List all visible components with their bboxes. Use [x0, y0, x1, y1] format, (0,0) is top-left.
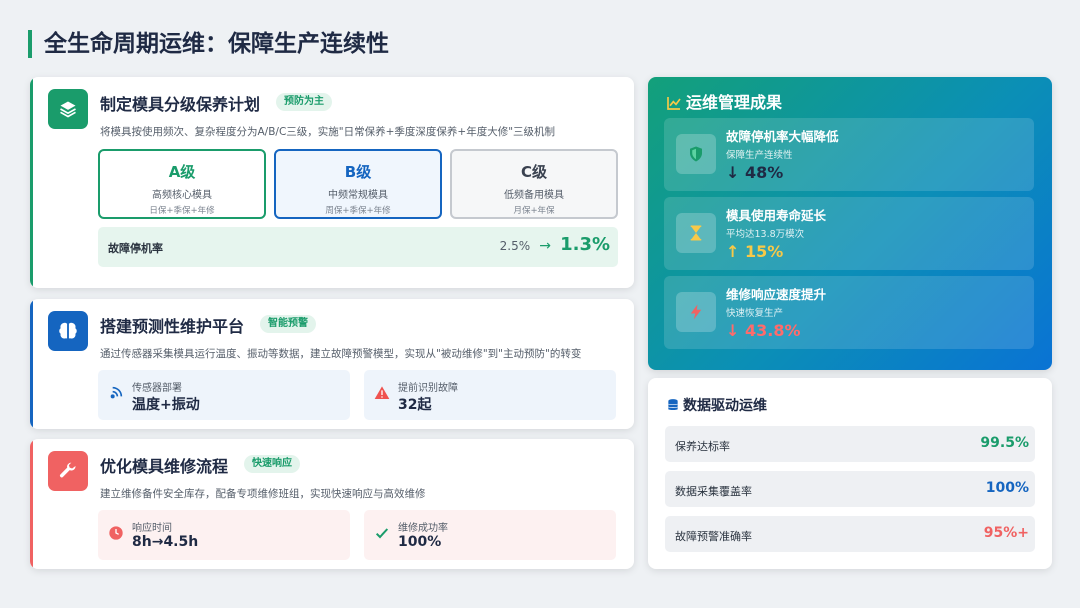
card-title: 优化模具维修流程	[100, 457, 229, 476]
tag-badge: 快速响应	[244, 455, 300, 473]
result-value: ↓ 43.8%	[726, 321, 801, 340]
card-accent	[30, 299, 33, 429]
card-description: 通过传感器采集模具运行温度、振动等数据，建立故障预警模型，实现从"被动维修"到"…	[100, 348, 582, 360]
data-row-maintenance: 保养达标率 99.5%	[665, 426, 1035, 462]
result-subtitle: 保障生产连续性	[726, 150, 793, 161]
warning-icon	[374, 386, 390, 399]
stat-label: 响应时间	[132, 523, 172, 534]
result-subtitle: 平均达13.8万模次	[726, 229, 805, 240]
result-item-response: 维修响应速度提升 快速恢复生产 ↓ 43.8%	[664, 276, 1034, 349]
result-item-downtime: 故障停机率大幅降低 保障生产连续性 ↓ 48%	[664, 118, 1034, 191]
data-label: 保养达标率	[675, 440, 730, 453]
stat-faults: 提前识别故障 32起	[364, 370, 616, 420]
result-title: 模具使用寿命延长	[726, 208, 827, 223]
results-card: 运维管理成果 故障停机率大幅降低 保障生产连续性 ↓ 48% 模具使用寿命延长 …	[648, 77, 1052, 370]
level-cycle: 周保+季保+年修	[325, 206, 391, 216]
data-row-accuracy: 故障预警准确率 95%+	[665, 516, 1035, 552]
level-subtitle: 高频核心模具	[152, 190, 212, 201]
check-icon	[375, 528, 389, 539]
result-title: 故障停机率大幅降低	[726, 129, 839, 144]
card-description: 建立维修备件安全库存，配备专项维修班组，实现快速响应与高效维修	[100, 488, 426, 500]
page-title: 全生命周期运维：保障生产连续性	[28, 30, 389, 58]
card-accent	[30, 439, 33, 569]
stat-label: 维修成功率	[398, 523, 448, 534]
arrow-right-icon: →	[539, 238, 551, 254]
card-description: 将模具按使用频次、复杂程度分为A/B/C三级，实施"日常保养+季度深度保养+年度…	[100, 126, 556, 138]
level-cycle: 日保+季保+年修	[149, 206, 215, 216]
level-name: A级	[168, 163, 196, 181]
stat-value: 100%	[398, 534, 442, 550]
shield-icon	[676, 134, 716, 174]
result-title: 维修响应速度提升	[726, 287, 827, 302]
result-item-lifespan: 模具使用寿命延长 平均达13.8万模次 ↑ 15%	[664, 197, 1034, 270]
card-title: 搭建预测性维护平台	[100, 317, 245, 336]
stat-response-time: 响应时间 8h→4.5h	[98, 510, 350, 560]
result-subtitle: 快速恢复生产	[726, 308, 784, 319]
rate-values: 2.5% → 1.3%	[500, 234, 610, 255]
level-card-b: B级 中频常规模具 周保+季保+年修	[274, 149, 442, 219]
chart-line-icon	[667, 97, 681, 110]
brain-icon	[48, 311, 88, 351]
stat-success-rate: 维修成功率 100%	[364, 510, 616, 560]
tag-badge: 预防为主	[276, 93, 332, 111]
level-subtitle: 中频常规模具	[328, 190, 388, 201]
stat-value: 温度+振动	[132, 397, 200, 413]
rate-old: 2.5%	[499, 239, 531, 253]
data-label: 数据采集覆盖率	[675, 485, 752, 498]
result-value: ↑ 15%	[726, 242, 784, 261]
stat-value: 32起	[398, 397, 432, 413]
platform-card: 搭建预测性维护平台 智能预警 通过传感器采集模具运行温度、振动等数据，建立故障预…	[30, 299, 634, 429]
clock-icon	[109, 526, 123, 540]
result-value: ↓ 48%	[726, 163, 784, 182]
data-row-coverage: 数据采集覆盖率 100%	[665, 471, 1035, 507]
results-title: 运维管理成果	[666, 89, 782, 113]
sensor-icon	[110, 386, 123, 399]
database-icon	[667, 399, 679, 410]
rate-new: 1.3%	[560, 234, 610, 255]
stat-sensor: 传感器部署 温度+振动	[98, 370, 350, 420]
data-value: 95%+	[983, 525, 1029, 541]
data-label: 故障预警准确率	[675, 530, 752, 543]
layers-icon	[48, 89, 88, 129]
level-cycle: 月保+年保	[513, 206, 555, 216]
card-title: 制定模具分级保养计划	[100, 95, 261, 114]
stat-label: 传感器部署	[132, 383, 182, 394]
wrench-icon	[48, 451, 88, 491]
data-ops-title: 数据驱动运维	[666, 395, 767, 415]
bolt-icon	[676, 292, 716, 332]
plan-card: 制定模具分级保养计划 预防为主 将模具按使用频次、复杂程度分为A/B/C三级，实…	[30, 77, 634, 288]
data-ops-card: 数据驱动运维 保养达标率 99.5% 数据采集覆盖率 100% 故障预警准确率 …	[648, 378, 1052, 569]
downtime-rate-bar: 故障停机率 2.5% → 1.3%	[98, 227, 618, 267]
data-value: 99.5%	[980, 435, 1029, 451]
stat-label: 提前识别故障	[398, 383, 458, 394]
level-card-c: C级 低频备用模具 月保+年保	[450, 149, 618, 219]
level-card-a: A级 高频核心模具 日保+季保+年修	[98, 149, 266, 219]
hourglass-icon	[676, 213, 716, 253]
rate-label: 故障停机率	[108, 242, 163, 255]
data-value: 100%	[985, 480, 1029, 496]
level-name: B级	[344, 163, 372, 181]
level-subtitle: 低频备用模具	[504, 190, 564, 201]
repair-card: 优化模具维修流程 快速响应 建立维修备件安全库存，配备专项维修班组，实现快速响应…	[30, 439, 634, 569]
level-name: C级	[520, 163, 547, 181]
card-accent	[30, 77, 33, 288]
stat-value: 8h→4.5h	[132, 534, 199, 550]
tag-badge: 智能预警	[260, 315, 316, 333]
